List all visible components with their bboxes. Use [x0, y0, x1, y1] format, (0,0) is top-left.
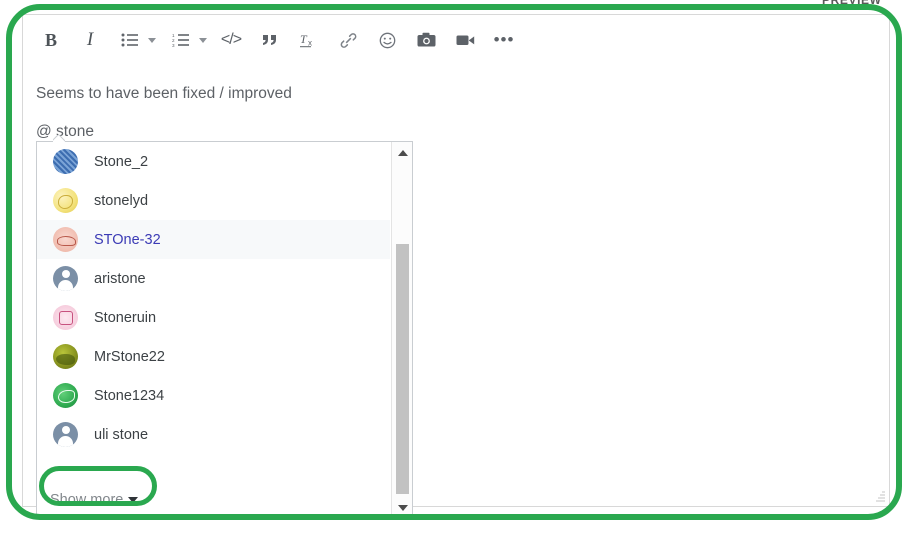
preview-label: PREVIEW — [822, 0, 882, 7]
scroll-up-arrow-icon[interactable] — [392, 144, 413, 161]
list-item-label: MrStone22 — [94, 348, 165, 365]
numbered-list-caret-icon[interactable] — [196, 25, 210, 55]
list-item-label: Stone1234 — [94, 387, 165, 404]
list-item-label: Stoneruin — [94, 309, 157, 326]
camera-icon[interactable] — [411, 25, 441, 55]
emoji-icon[interactable] — [372, 25, 402, 55]
resize-grip-icon[interactable] — [872, 489, 886, 503]
editor-body-text[interactable]: Seems to have been fixed / improved — [36, 85, 292, 103]
list-item-label: uli stone — [94, 426, 149, 443]
svg-text:x: x — [308, 39, 312, 48]
video-icon[interactable] — [450, 25, 480, 55]
list-item[interactable]: MrStone22 — [37, 337, 390, 376]
list-item[interactable]: Stone1234 — [37, 376, 390, 415]
avatar — [53, 344, 78, 369]
screenshot-root: PREVIEW B I 1 2 3 </> T x ••• Seems to h… — [0, 0, 914, 537]
avatar — [53, 188, 78, 213]
avatar — [53, 266, 78, 291]
avatar — [53, 422, 78, 447]
bulleted-list-icon[interactable] — [114, 25, 144, 55]
bulleted-list-caret-icon[interactable] — [145, 25, 159, 55]
numbered-list-icon[interactable]: 1 2 3 — [165, 25, 195, 55]
list-item-label: stonelyd — [94, 192, 149, 209]
avatar — [53, 227, 78, 252]
rich-text-editor-panel: B I 1 2 3 </> T x ••• Seems to have been… — [22, 14, 890, 519]
list-item-label: Stone_2 — [94, 153, 149, 170]
list-item[interactable]: STOne-32 — [37, 220, 390, 259]
svg-text:3: 3 — [172, 43, 175, 47]
italic-icon[interactable]: I — [75, 25, 105, 55]
show-more-label: Show more — [50, 492, 124, 508]
scroll-down-arrow-icon[interactable] — [392, 499, 413, 516]
list-item-label: STOne-32 — [94, 231, 161, 248]
list-item[interactable]: aristone — [37, 259, 390, 298]
scrollbar-thumb[interactable] — [396, 244, 409, 494]
avatar — [53, 383, 78, 408]
show-more-row: Show more — [37, 482, 139, 518]
show-more-button[interactable]: Show more — [50, 492, 139, 508]
bold-icon[interactable]: B — [36, 25, 66, 55]
avatar — [53, 305, 78, 330]
blockquote-icon[interactable] — [255, 25, 285, 55]
svg-text:T: T — [300, 32, 308, 46]
chevron-down-icon — [128, 497, 139, 503]
avatar — [53, 149, 78, 174]
dropdown-caret-icon — [53, 135, 65, 142]
more-options-icon[interactable]: ••• — [489, 25, 519, 55]
list-item[interactable]: stonelyd — [37, 181, 390, 220]
dropdown-scrollbar[interactable] — [391, 142, 412, 518]
link-icon[interactable] — [333, 25, 363, 55]
list-item[interactable]: uli stone — [37, 415, 390, 454]
list-item-label: aristone — [94, 270, 146, 287]
mention-suggestion-list: Stone_2 stonelyd STOne-32 aristone Stone — [37, 142, 390, 518]
mention-suggestion-dropdown: Stone_2 stonelyd STOne-32 aristone Stone — [36, 141, 413, 519]
editor-toolbar: B I 1 2 3 </> T x ••• — [23, 15, 889, 65]
list-item[interactable]: Stoneruin — [37, 298, 390, 337]
list-item[interactable]: Stone_2 — [37, 142, 390, 181]
code-icon[interactable]: </> — [216, 25, 246, 55]
clear-formatting-icon[interactable]: T x — [294, 25, 324, 55]
